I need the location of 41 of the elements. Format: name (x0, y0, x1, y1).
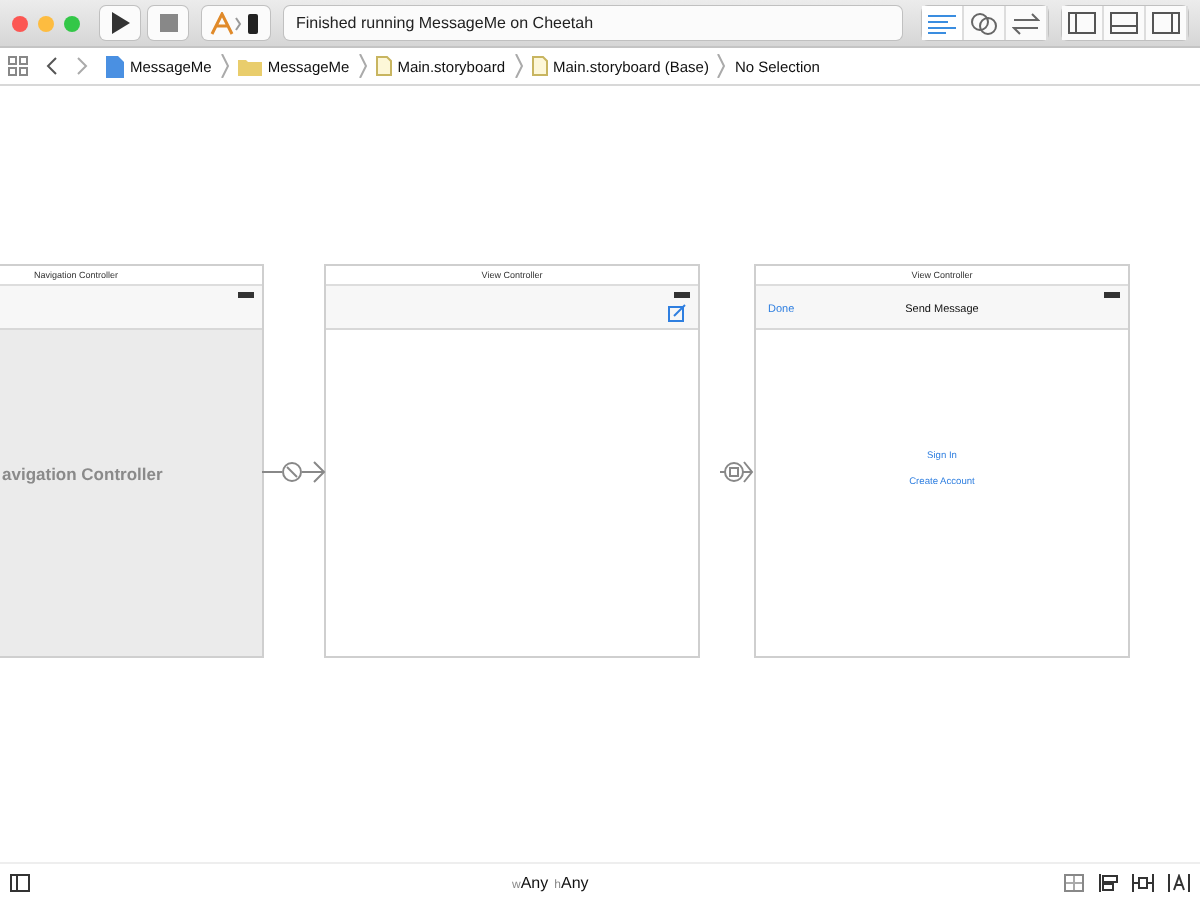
segue-arrow-drawing[interactable] (720, 460, 754, 484)
right-panel-icon (1152, 12, 1180, 34)
chevron-icon (513, 54, 523, 78)
close-button[interactable] (12, 15, 28, 31)
placeholder-label: avigation Controller (2, 464, 163, 484)
text-lines-icon (928, 13, 956, 33)
compose-icon[interactable] (668, 304, 686, 322)
battery-icon (1104, 292, 1120, 298)
overlapping-circles-icon (970, 11, 998, 35)
grid-icon[interactable] (8, 56, 28, 76)
activity-status-field: Finished running MessageMe on Cheetah (284, 6, 902, 40)
stop-icon (159, 14, 177, 32)
battery-icon (238, 292, 254, 298)
resolve-icon[interactable] (1168, 873, 1190, 891)
battery-icon (674, 292, 690, 298)
file-icon (375, 56, 392, 76)
scheme-selector[interactable] (202, 6, 270, 40)
swap-arrows-icon (1012, 11, 1040, 35)
chevron-icon (716, 54, 727, 78)
debug-toggle-button[interactable] (1104, 6, 1146, 40)
assistant-editor-button[interactable] (964, 6, 1006, 40)
standard-editor-button[interactable] (922, 6, 964, 40)
version-editor-button[interactable] (1006, 6, 1048, 40)
chevron-icon (219, 54, 230, 78)
back-icon[interactable] (46, 56, 58, 76)
chevron-icon (357, 54, 368, 78)
left-panel-icon (1068, 12, 1096, 34)
utilities-toggle-button[interactable] (1146, 6, 1188, 40)
run-button[interactable] (100, 6, 140, 40)
align-icon[interactable] (1098, 873, 1118, 891)
folder-icon (237, 57, 262, 75)
pin-icon[interactable] (1132, 873, 1154, 891)
sidebar-toggle-icon[interactable] (10, 873, 30, 891)
segue-arrow-drawing[interactable] (262, 460, 326, 484)
bottom-panel-icon (1110, 12, 1138, 34)
embed-stack-icon[interactable] (1064, 873, 1084, 891)
document-icon (106, 55, 124, 77)
play-icon (110, 12, 130, 34)
app-and-phone-icon (210, 11, 262, 35)
navigator-toggle-button[interactable] (1062, 6, 1104, 40)
file-icon (531, 56, 547, 76)
